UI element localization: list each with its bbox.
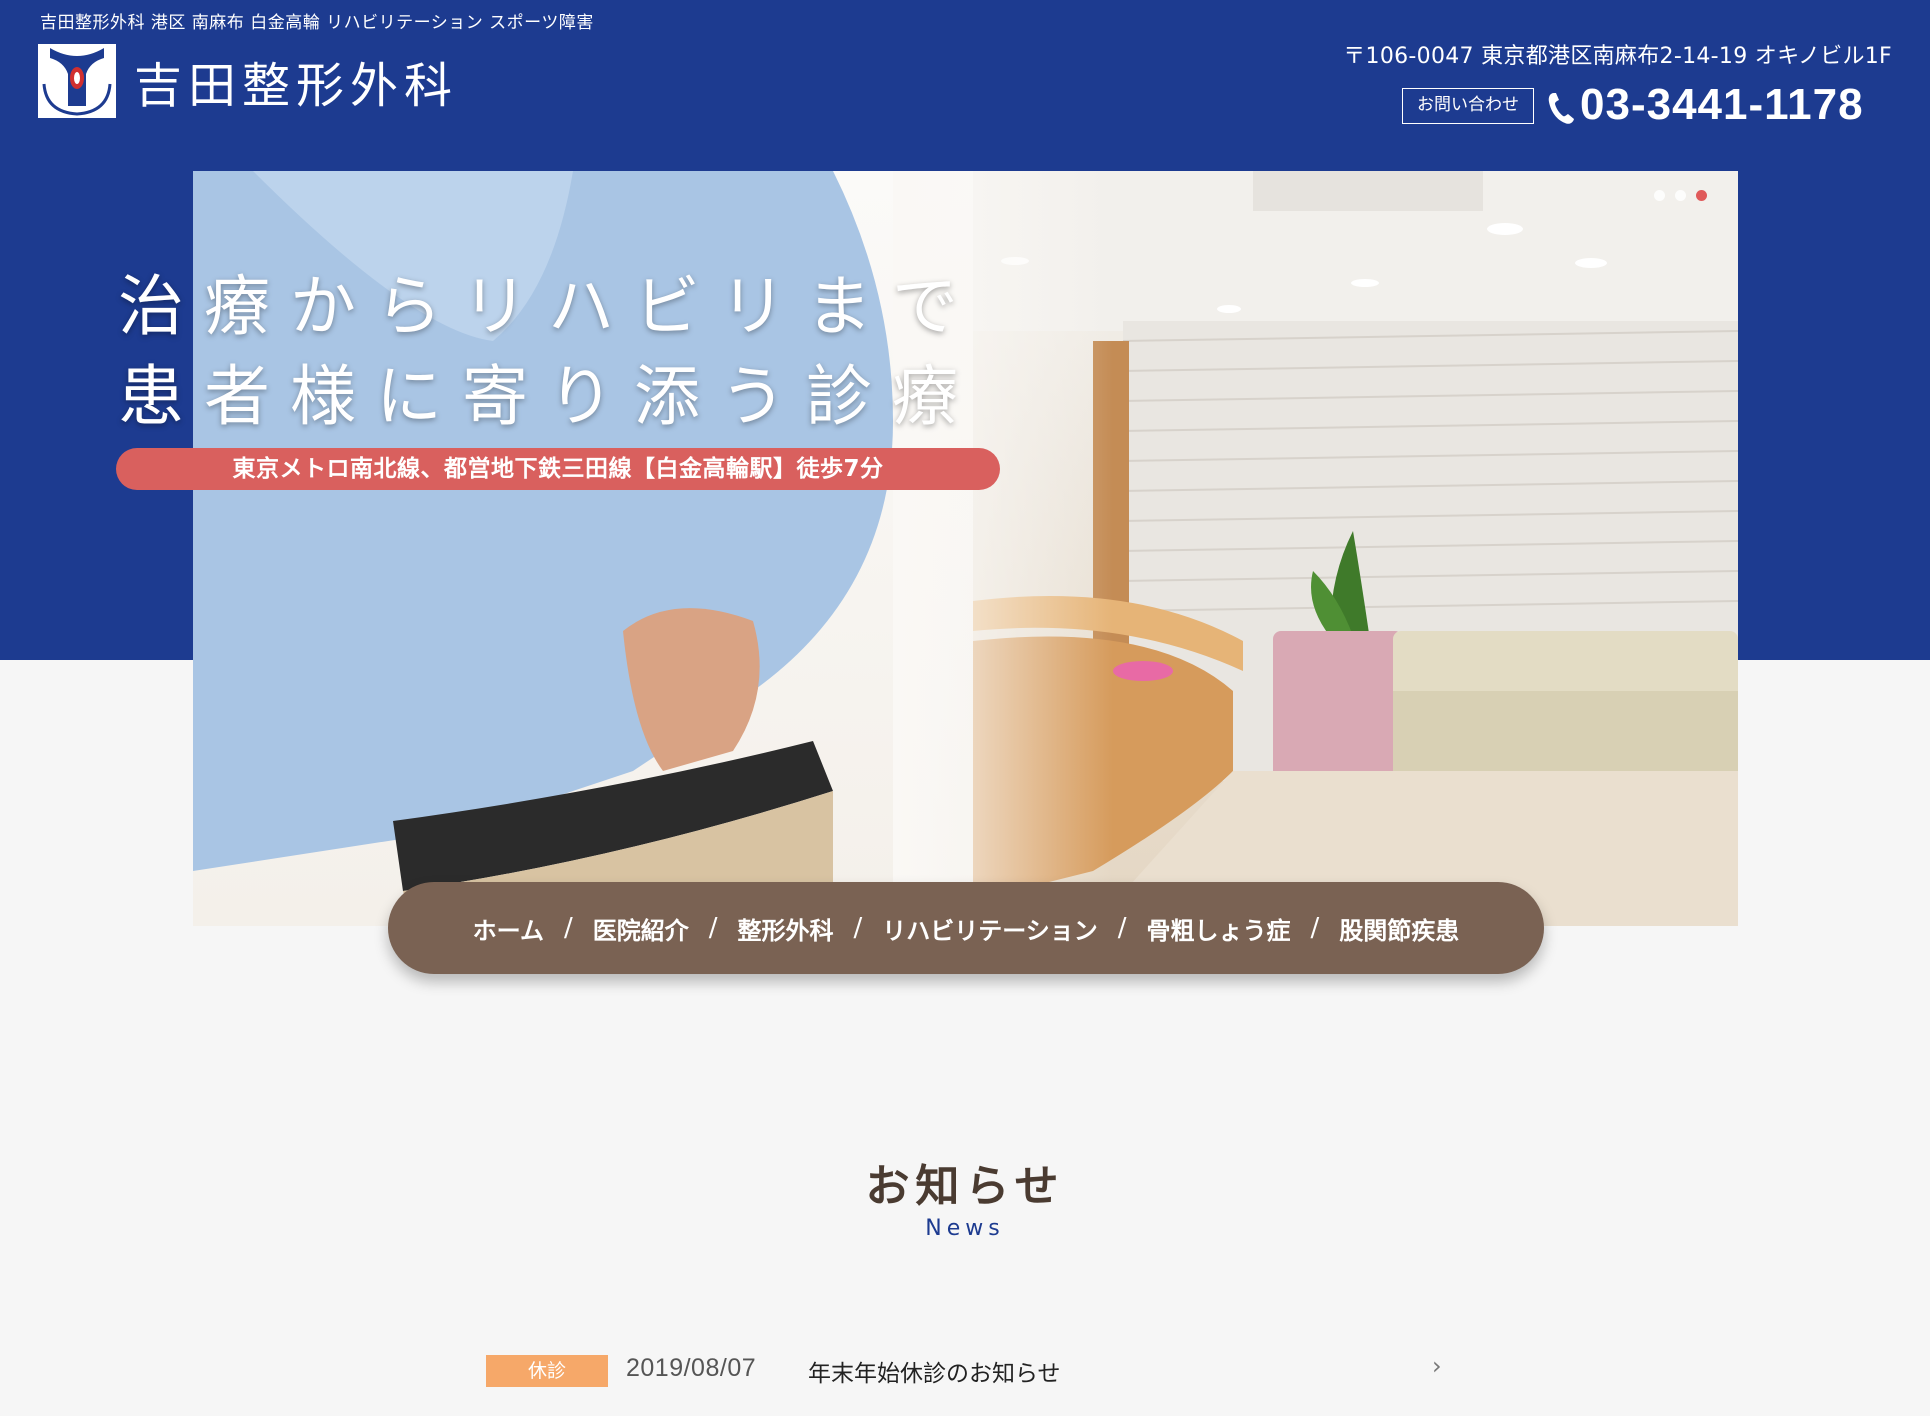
phone-number[interactable]: 03-3441-1178 <box>1580 80 1864 130</box>
clinic-logo[interactable] <box>38 44 116 118</box>
news-section-subtitle: News <box>925 1216 1005 1241</box>
nav-item-home[interactable]: ホーム <box>473 911 544 946</box>
nav-separator: / <box>708 913 718 943</box>
logo-emblem-icon <box>38 44 116 118</box>
news-section-title: お知らせ <box>865 1161 1065 1212</box>
clinic-name[interactable]: 吉田整形外科 <box>134 46 458 116</box>
contact-button[interactable]: お問い合わせ <box>1402 88 1534 124</box>
phone-icon <box>1548 93 1574 124</box>
nav-separator: / <box>853 913 863 943</box>
chevron-right-icon: › <box>1432 1352 1442 1380</box>
global-nav: ホーム / 医院紹介 / 整形外科 / リハビリテーション / 骨粗しょう症 /… <box>388 882 1544 974</box>
slider-dot-2[interactable] <box>1675 190 1686 201</box>
nav-item-rehabilitation[interactable]: リハビリテーション <box>882 911 1098 946</box>
nav-item-hip-disease[interactable]: 股関節疾患 <box>1339 911 1459 946</box>
news-title-link[interactable]: 年末年始休診のお知らせ <box>808 1354 1061 1388</box>
hero-headline: 治療からリハビリまで 患者様に寄り添う診療 <box>118 262 978 442</box>
nav-item-orthopedics[interactable]: 整形外科 <box>737 911 833 946</box>
hero-headline-line1: 治療からリハビリまで <box>118 268 978 345</box>
access-info-banner: 東京メトロ南北線、都営地下鉄三田線【白金高輪駅】徒歩7分 <box>116 448 1000 490</box>
nav-item-osteoporosis[interactable]: 骨粗しょう症 <box>1147 911 1291 946</box>
news-list-item[interactable]: 休診 2019/08/07 年末年始休診のお知らせ › <box>486 1350 1446 1388</box>
nav-separator: / <box>1117 913 1127 943</box>
nav-item-about[interactable]: 医院紹介 <box>593 911 689 946</box>
nav-separator: / <box>563 913 573 943</box>
nav-separator: / <box>1310 913 1320 943</box>
news-category-badge: 休診 <box>486 1355 608 1387</box>
slider-dot-3[interactable] <box>1696 190 1707 201</box>
site-tagline: 吉田整形外科 港区 南麻布 白金高輪 リハビリテーション スポーツ障害 <box>40 13 594 33</box>
slider-dot-1[interactable] <box>1654 190 1665 201</box>
slider-pagination[interactable] <box>1654 190 1707 201</box>
hero-headline-line2: 患者様に寄り添う診療 <box>118 358 978 435</box>
clinic-address: 〒106-0047 東京都港区南麻布2-14-19 オキノビル1F <box>1343 44 1892 69</box>
news-date: 2019/08/07 <box>626 1354 757 1382</box>
